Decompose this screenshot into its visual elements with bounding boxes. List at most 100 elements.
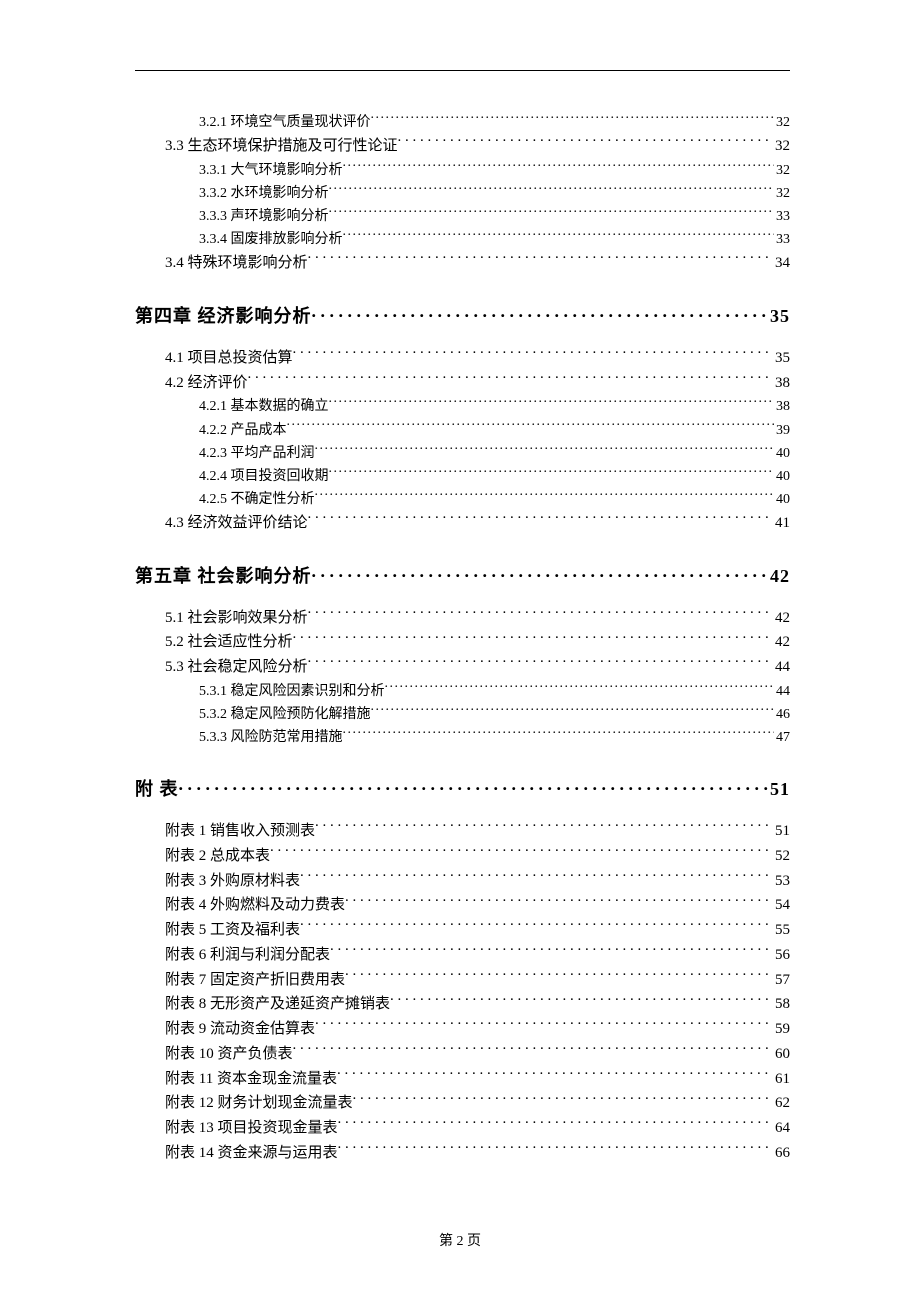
toc-entry-page: 55 [773, 918, 790, 943]
toc-entry-page: 34 [773, 251, 790, 276]
toc-entry: 4.2.5 不确定性分析40 [199, 488, 790, 511]
toc-entry-label: 3.3.2 水环境影响分析 [199, 182, 329, 205]
page-footer: 第 2 页 [0, 1230, 920, 1250]
toc-leader-dots [312, 564, 769, 582]
toc-entry: 5.3 社会稳定风险分析44 [165, 655, 790, 680]
toc-entry-label: 附 表 [135, 775, 179, 801]
toc-entry-page: 52 [773, 844, 790, 869]
header-rule [135, 70, 790, 71]
toc-entry: 4.2.1 基本数据的确立 38 [199, 395, 790, 418]
toc-leader-dots [308, 607, 773, 622]
toc-entry-label: 附表 12 财务计划现金流量表 [165, 1091, 353, 1116]
toc-entry: 3.3.3 声环境影响分析 33 [199, 205, 790, 228]
toc-entry: 5.3.1 稳定风险因素识别和分析44 [199, 680, 790, 703]
toc-entry-label: 4.2.3 平均产品利润 [199, 442, 315, 465]
toc-leader-dots [371, 704, 775, 718]
toc-entry-label: 附表 9 流动资金估算表 [165, 1017, 315, 1042]
toc-entry-label: 5.3.3 风险防范常用措施 [199, 726, 343, 749]
toc-entry: 4.3 经济效益评价结论 41 [165, 511, 790, 536]
toc-entry-page: 40 [774, 465, 790, 488]
toc-entry-page: 35 [768, 306, 790, 327]
toc-entry-page: 54 [773, 893, 790, 918]
toc-leader-dots [330, 944, 773, 959]
toc-leader-dots [343, 229, 775, 243]
toc-entry: 附表 8 无形资产及递延资产摊销表 58 [165, 992, 790, 1017]
toc-entry-page: 40 [774, 442, 790, 465]
toc-leader-dots [345, 969, 773, 984]
toc-leader-dots [179, 777, 769, 795]
toc-entry: 4.2 经济评价38 [165, 371, 790, 396]
toc-entry: 第四章 经济影响分析 35 [135, 302, 790, 328]
toc-entry-page: 38 [774, 395, 790, 418]
toc-entry-page: 41 [773, 511, 790, 536]
toc-entry-page: 42 [773, 630, 790, 655]
toc-entry: 附表 10 资产负债表60 [165, 1042, 790, 1067]
toc-entry: 附表 3 外购原材料表53 [165, 869, 790, 894]
toc-entry-page: 56 [773, 943, 790, 968]
toc-entry-page: 58 [773, 992, 790, 1017]
toc-entry-label: 5.2 社会适应性分析 [165, 630, 293, 655]
toc-entry-label: 5.1 社会影响效果分析 [165, 606, 308, 631]
toc-entry-page: 32 [774, 182, 790, 205]
toc-leader-dots [248, 372, 773, 387]
toc-entry-label: 3.4 特殊环境影响分析 [165, 251, 308, 276]
toc-entry-page: 42 [773, 606, 790, 631]
toc-entry: 4.2.2 产品成本39 [199, 419, 790, 442]
toc-entry-label: 附表 13 项目投资现金量表 [165, 1116, 338, 1141]
toc-entry: 附表 9 流动资金估算表59 [165, 1017, 790, 1042]
toc-entry-page: 47 [774, 726, 790, 749]
toc-entry-label: 4.3 经济效益评价结论 [165, 511, 308, 536]
toc-leader-dots [308, 656, 773, 671]
toc-entry: 5.1 社会影响效果分析 42 [165, 606, 790, 631]
toc-entry: 5.3.2 稳定风险预防化解措施46 [199, 703, 790, 726]
toc-entry-page: 33 [774, 205, 790, 228]
toc-entry: 4.2.4 项目投资回收期 40 [199, 465, 790, 488]
toc-entry-page: 32 [774, 111, 790, 134]
toc-leader-dots [287, 420, 775, 434]
toc-entry-label: 3.2.1 环境空气质量现状评价 [199, 111, 371, 134]
toc-entry: 第五章 社会影响分析42 [135, 562, 790, 588]
toc-entry: 3.3.1 大气环境影响分析32 [199, 159, 790, 182]
toc-entry-label: 5.3 社会稳定风险分析 [165, 655, 308, 680]
toc-entry: 4.2.3 平均产品利润 40 [199, 442, 790, 465]
toc-entry-page: 57 [773, 968, 790, 993]
toc-entry: 3.3.2 水环境影响分析 32 [199, 182, 790, 205]
toc-leader-dots [308, 252, 773, 267]
toc-entry-label: 4.2.2 产品成本 [199, 419, 287, 442]
toc-entry-page: 35 [773, 346, 790, 371]
toc-entry-label: 3.3.4 固废排放影响分析 [199, 228, 343, 251]
table-of-contents: 3.2.1 环境空气质量现状评价323.3 生态环境保护措施及可行性论证323.… [135, 111, 790, 1166]
toc-leader-dots [338, 1117, 773, 1132]
toc-entry-label: 附表 5 工资及福利表 [165, 918, 300, 943]
toc-entry: 3.3.4 固废排放影响分析33 [199, 228, 790, 251]
toc-entry-page: 64 [773, 1116, 790, 1141]
toc-entry-label: 附表 1 销售收入预测表 [165, 819, 315, 844]
toc-entry: 附表 4 外购燃料及动力费表54 [165, 893, 790, 918]
toc-entry-label: 附表 8 无形资产及递延资产摊销表 [165, 992, 390, 1017]
toc-entry: 附表 5 工资及福利表 55 [165, 918, 790, 943]
toc-leader-dots [398, 135, 773, 150]
toc-entry-label: 附表 6 利润与利润分配表 [165, 943, 330, 968]
toc-entry-label: 4.1 项目总投资估算 [165, 346, 293, 371]
toc-entry-page: 32 [774, 159, 790, 182]
toc-leader-dots [293, 631, 773, 646]
toc-leader-dots [329, 396, 775, 410]
toc-leader-dots [329, 183, 775, 197]
toc-entry-label: 4.2.4 项目投资回收期 [199, 465, 329, 488]
toc-entry-page: 32 [773, 134, 790, 159]
toc-entry: 附表 7 固定资产折旧费用表57 [165, 968, 790, 993]
toc-leader-dots [385, 681, 775, 695]
toc-entry-label: 5.3.1 稳定风险因素识别和分析 [199, 680, 385, 703]
toc-leader-dots [293, 1043, 773, 1058]
toc-entry-page: 51 [768, 779, 790, 800]
toc-leader-dots [345, 894, 773, 909]
toc-entry-label: 附表 2 总成本表 [165, 844, 270, 869]
toc-leader-dots [315, 489, 775, 503]
toc-entry: 附表 1 销售收入预测表51 [165, 819, 790, 844]
toc-entry-label: 第四章 经济影响分析 [135, 302, 312, 328]
toc-entry-label: 3.3.3 声环境影响分析 [199, 205, 329, 228]
toc-entry-page: 60 [773, 1042, 790, 1067]
toc-entry-page: 66 [773, 1141, 790, 1166]
toc-entry-label: 4.2.1 基本数据的确立 [199, 395, 329, 418]
toc-entry: 附表 6 利润与利润分配表 56 [165, 943, 790, 968]
